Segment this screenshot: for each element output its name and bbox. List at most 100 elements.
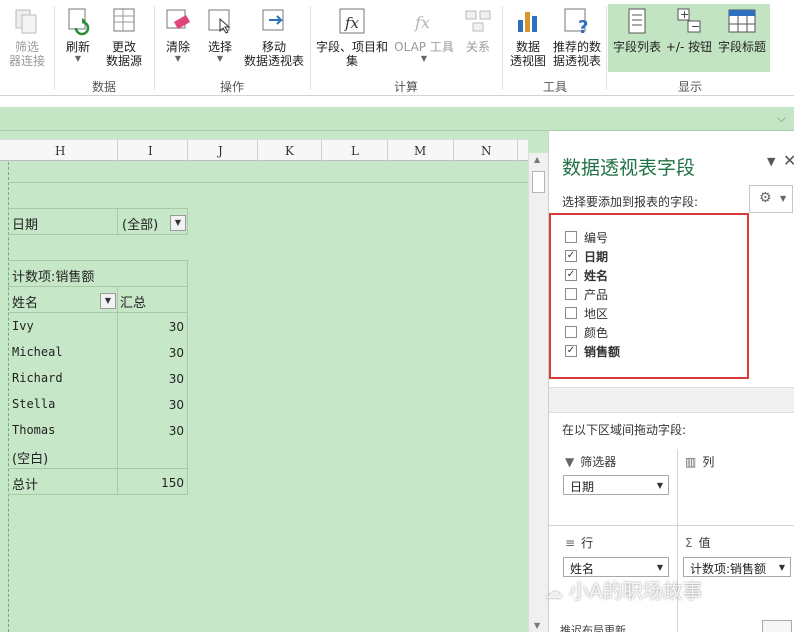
field-label: 销售额: [584, 345, 621, 359]
ribbon-separator: [54, 6, 55, 90]
row-labels-header: 姓名: [12, 296, 39, 311]
tools-button[interactable]: ⚙ ▼: [749, 185, 793, 213]
refresh-label: 刷新: [65, 40, 90, 54]
recommended-pivottables-button[interactable]: ? 推荐的数 据透视表: [550, 6, 604, 68]
chevron-down-icon: ▼: [174, 54, 182, 63]
grid-line: [117, 208, 118, 234]
chevron-down-icon[interactable]: ▼: [657, 481, 663, 490]
pivotchart-button[interactable]: 数据 透视图: [506, 6, 550, 68]
column-header-n[interactable]: N: [481, 144, 492, 158]
column-header-i[interactable]: I: [148, 144, 153, 158]
field-label: 姓名: [584, 269, 609, 283]
fields-items-sets-button[interactable]: fx 字段、项目和 集: [314, 6, 390, 68]
pane-splitter[interactable]: [549, 387, 794, 413]
grand-total-value: 150: [161, 476, 184, 490]
sigma-icon: Σ: [685, 536, 693, 550]
values-area-label: 值: [698, 536, 711, 550]
field-checkbox[interactable]: [565, 231, 577, 243]
filter-connections-icon: [15, 9, 37, 34]
excel-window: 筛选 器连接 刷新 ▼ 更改 数据源 数据 清除 ▼ 选择 ▼ 移动 数据透视表…: [0, 0, 794, 632]
field-label: 颜色: [584, 326, 609, 340]
row-name: Stella: [12, 397, 56, 411]
column-divider: [117, 140, 118, 162]
values-area-header: Σ值: [685, 534, 711, 551]
change-datasource-label: 更改 数据源: [105, 40, 142, 68]
area-divider: [549, 525, 794, 526]
row-name: Micheal: [12, 345, 63, 359]
clear-button[interactable]: 清除 ▼: [158, 6, 198, 64]
ribbon: 筛选 器连接 刷新 ▼ 更改 数据源 数据 清除 ▼ 选择 ▼ 移动 数据透视表…: [0, 0, 794, 96]
fields-items-sets-label: 字段、项目和 集: [315, 40, 388, 68]
clear-icon: [166, 9, 191, 29]
relationships-button[interactable]: 关系: [458, 6, 498, 54]
chevron-down-icon[interactable]: ⌵: [777, 111, 786, 126]
plus-minus-buttons-button[interactable]: + − +/- 按钮: [664, 6, 714, 54]
column-header-h[interactable]: H: [55, 144, 65, 158]
field-checkbox[interactable]: [565, 326, 577, 338]
vertical-scrollbar[interactable]: ▲ ▼: [528, 153, 548, 632]
ribbon-separator: [310, 6, 311, 90]
worksheet[interactable]: H I J K L M N 日期 (全部) ▼ 计数项:销售额 姓名 ▼ 汇总 …: [0, 131, 548, 632]
row-labels-dropdown-button[interactable]: ▼: [100, 293, 116, 309]
pane-options-chevron-icon[interactable]: ▼: [767, 155, 775, 168]
field-label: 产品: [584, 288, 609, 302]
rows-area-item[interactable]: 姓名 ▼: [563, 557, 669, 577]
change-datasource-icon: [113, 8, 135, 32]
pivotchart-icon: [518, 12, 537, 32]
field-checkbox[interactable]: ✓: [565, 269, 577, 281]
row-value: 30: [168, 398, 184, 412]
group-label-calc: 计算: [393, 80, 418, 94]
column-header-m[interactable]: M: [414, 144, 426, 158]
columns-area-label: 列: [702, 455, 715, 469]
field-checkbox[interactable]: [565, 307, 577, 319]
row-name: (空白): [12, 452, 49, 467]
formula-fx-icon: fx: [339, 8, 365, 34]
svg-text:fx: fx: [344, 14, 360, 32]
field-headers-icon: [728, 9, 756, 33]
scroll-down-arrow-icon[interactable]: ▼: [534, 621, 540, 630]
column-header-j[interactable]: J: [218, 144, 223, 158]
field-checkbox[interactable]: [565, 288, 577, 300]
field-headers-button[interactable]: 字段标题: [714, 6, 770, 54]
olap-tools-button[interactable]: fx OLAP 工具 ▼: [392, 6, 456, 64]
group-label-data: 数据: [91, 80, 116, 94]
field-checkbox[interactable]: ✓: [565, 250, 577, 262]
values-area-item[interactable]: 计数项:销售额 ▼: [683, 557, 791, 577]
filter-funnel-icon: ▼: [565, 455, 575, 469]
change-datasource-button[interactable]: 更改 数据源: [98, 6, 150, 68]
scrollbar-thumb[interactable]: [532, 171, 545, 193]
update-button[interactable]: [762, 620, 792, 632]
column-header-l[interactable]: L: [351, 144, 359, 158]
filter-dropdown-button[interactable]: ▼: [170, 215, 186, 231]
report-filter-value: (全部): [122, 218, 159, 233]
grid-line: [8, 312, 188, 313]
move-pivottable-button[interactable]: 移动 数据透视表: [242, 6, 306, 68]
relationships-icon: [465, 10, 491, 32]
field-list: 编号 ✓ 日期 ✓ 姓名 产品 地区 颜色 ✓ 销售额: [549, 213, 749, 379]
chevron-down-icon[interactable]: ▼: [779, 563, 785, 572]
grid-line: [117, 286, 118, 494]
cell-grid[interactable]: 日期 (全部) ▼ 计数项:销售额 姓名 ▼ 汇总 Ivy 30 Micheal…: [0, 162, 528, 632]
select-button[interactable]: 选择 ▼: [200, 6, 240, 64]
field-checkbox[interactable]: ✓: [565, 345, 577, 357]
chevron-down-icon: ▼: [74, 54, 82, 63]
row-name: Richard: [12, 371, 63, 385]
column-divider: [321, 140, 322, 162]
row-value: 30: [168, 372, 184, 386]
close-icon[interactable]: ✕: [783, 151, 794, 170]
chevron-down-icon[interactable]: ▼: [657, 563, 663, 572]
row-name: Ivy: [12, 319, 34, 333]
refresh-button[interactable]: 刷新 ▼: [58, 6, 98, 64]
row-value: 30: [168, 320, 184, 334]
field-list-icon: [628, 8, 646, 34]
column-header-k[interactable]: K: [285, 144, 294, 158]
filters-area-header: ▼ 筛选器: [565, 453, 616, 470]
filters-area-item[interactable]: 日期 ▼: [563, 475, 669, 495]
field-list-button[interactable]: 字段列表: [610, 6, 664, 54]
wechat-logo-icon: ☁: [545, 582, 563, 603]
filter-connections-button[interactable]: 筛选 器连接: [4, 6, 50, 68]
filters-item-label: 日期: [570, 480, 595, 494]
row-value: 30: [168, 346, 184, 360]
svg-text:−: −: [691, 20, 700, 33]
scroll-up-arrow-icon[interactable]: ▲: [534, 155, 540, 164]
